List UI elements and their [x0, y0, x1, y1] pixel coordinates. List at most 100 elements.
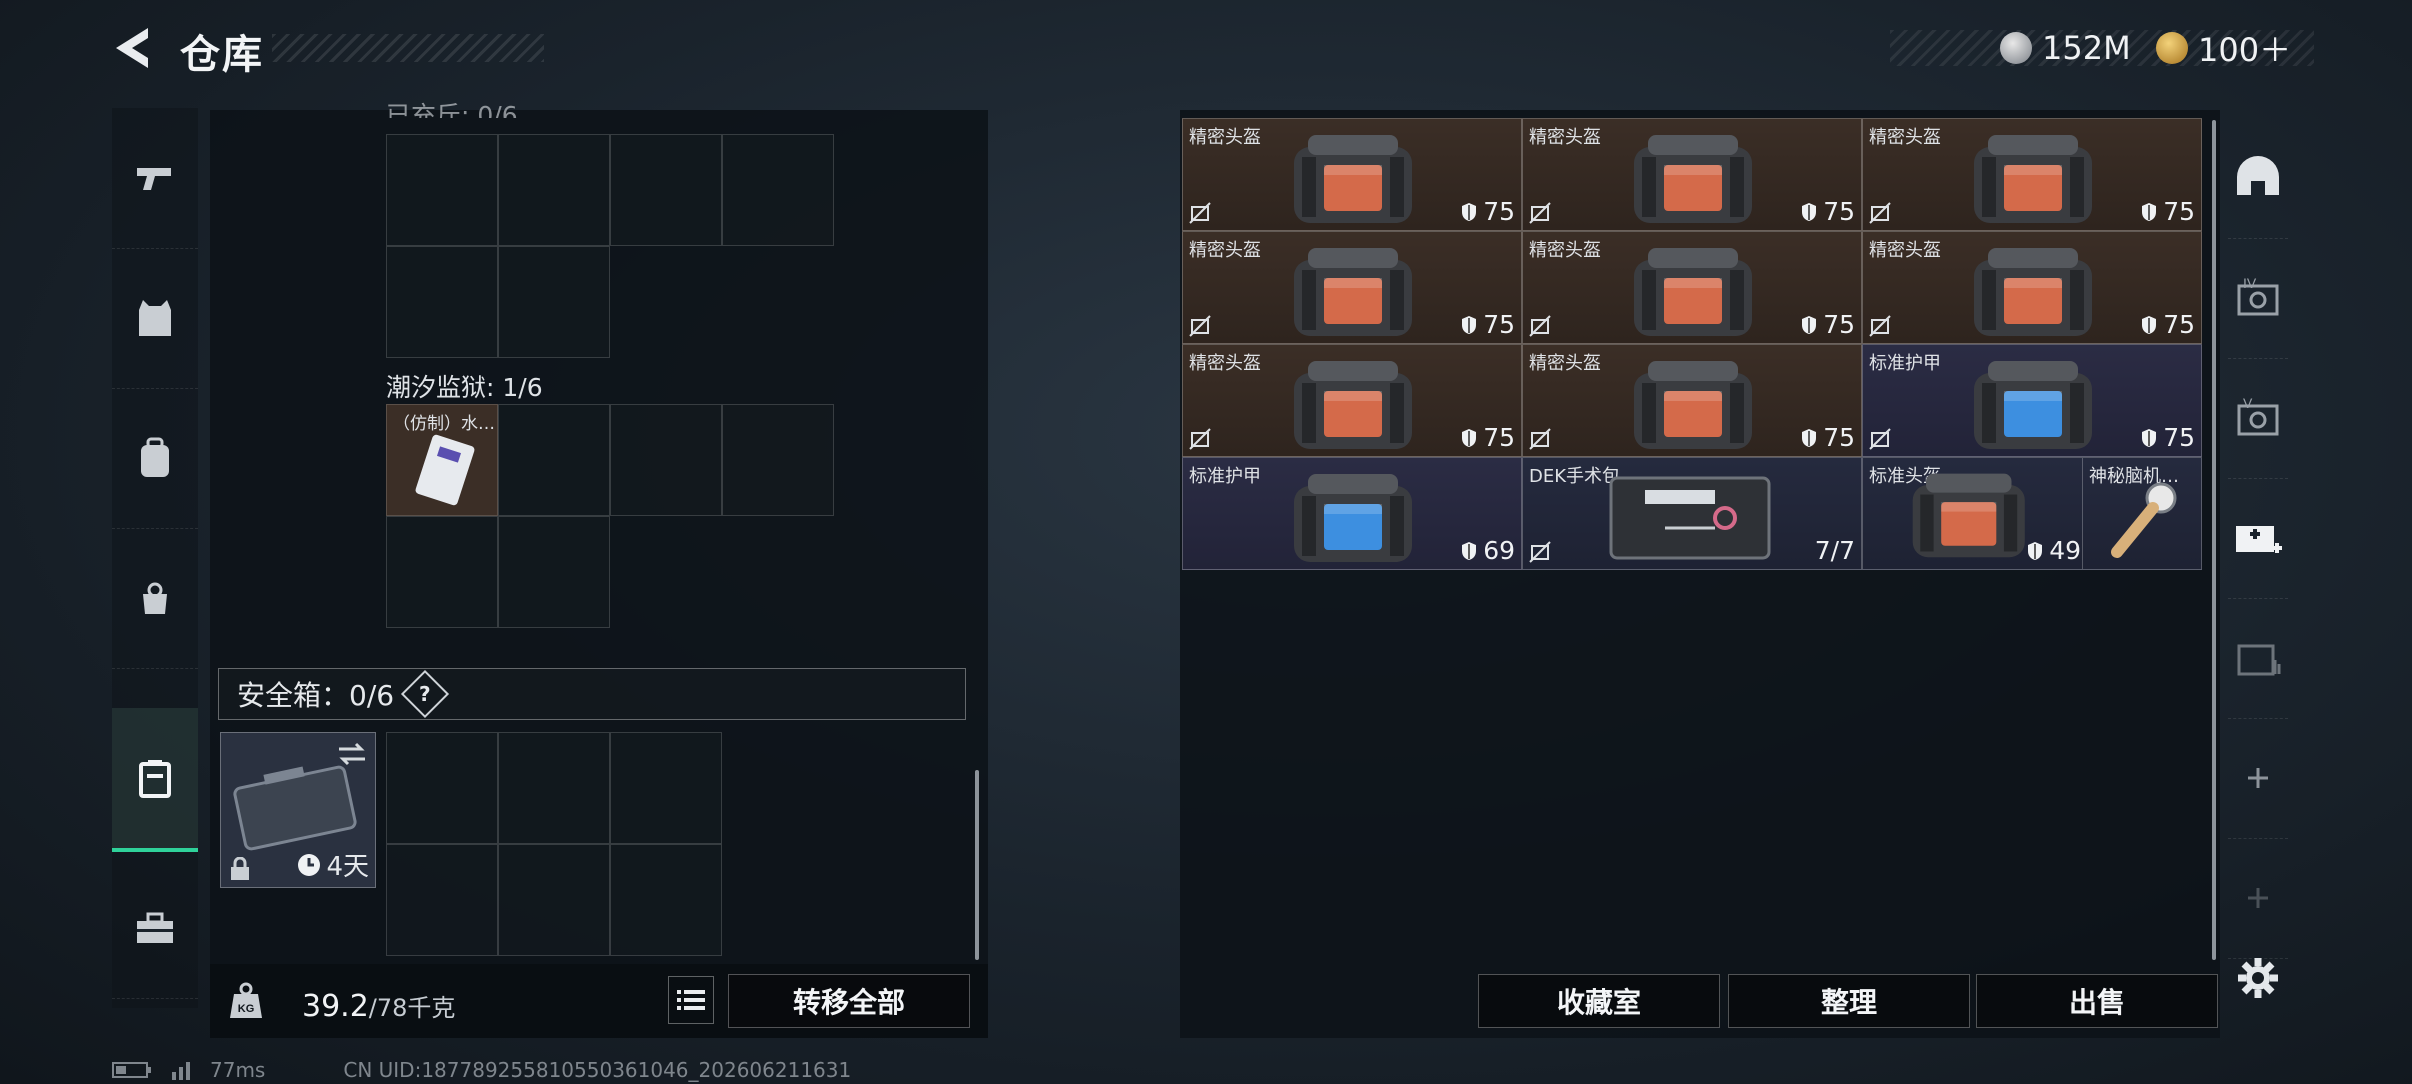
slot[interactable] [498, 732, 610, 844]
toolbox-icon [137, 912, 173, 943]
stash-item[interactable]: 精密头盔 75 [1522, 344, 1862, 457]
stash-item[interactable]: 精密头盔 75 [1522, 118, 1862, 231]
durability-shield-icon [1462, 315, 1477, 334]
stash-item[interactable]: 精密头盔 75 [1182, 118, 1522, 231]
rail-case[interactable] [112, 708, 198, 852]
stash-item[interactable]: 精密头盔 75 [1182, 344, 1522, 457]
currency-gold[interactable]: 100＋ [2156, 26, 2291, 70]
slot[interactable] [386, 516, 498, 628]
rail-toolbox[interactable] [112, 858, 198, 999]
stash-item[interactable]: 神秘脑机… [2082, 457, 2202, 570]
stash-filter-rail: IV V [2228, 118, 2288, 959]
no-insurance-icon [1869, 428, 1891, 450]
rail-weapon[interactable] [112, 108, 198, 249]
back-button[interactable] [108, 22, 158, 74]
filter-storage[interactable] [2228, 598, 2288, 719]
slot[interactable] [498, 516, 610, 628]
help-icon[interactable]: ? [401, 669, 450, 719]
stash-item[interactable]: 标准头盔 49 [1862, 457, 2088, 570]
add-filter-button[interactable] [2228, 718, 2288, 839]
rail-vest[interactable] [112, 248, 198, 389]
ping-text: 77ms [210, 1058, 266, 1082]
filter-medkit[interactable] [2228, 478, 2288, 599]
slot[interactable] [498, 404, 610, 516]
sell-button[interactable]: 出售 [1976, 974, 2218, 1028]
settings-gear-icon[interactable] [2236, 956, 2280, 1000]
collection-room-button[interactable]: 收藏室 [1478, 974, 1720, 1028]
slot[interactable] [610, 134, 722, 246]
swap-icon[interactable] [337, 741, 367, 767]
slot[interactable] [386, 246, 498, 358]
helmet-icon [1294, 248, 1412, 336]
case-icon [139, 760, 171, 798]
slot[interactable] [386, 732, 498, 844]
stash-item[interactable]: 精密头盔 75 [1862, 231, 2202, 344]
category-rail [112, 108, 198, 1008]
item-durability: 75 [2141, 310, 2195, 339]
vest-icon [139, 300, 171, 336]
filter-armor-v[interactable]: V [2228, 358, 2288, 479]
item-durability: 75 [1461, 197, 1515, 226]
add-filter-button-disabled[interactable] [2228, 838, 2288, 959]
weight-icon: KG [230, 982, 262, 1018]
uid-text: CN UID:18778925581055036104​6_2026062116… [343, 1058, 852, 1082]
stash-scrollbar[interactable] [2212, 120, 2216, 960]
list-view-button[interactable] [668, 976, 714, 1024]
item-name: 标准护甲 [1869, 353, 1941, 374]
item-name: 精密头盔 [1529, 353, 1601, 374]
rail-backpack[interactable] [112, 388, 198, 529]
slot[interactable] [386, 844, 498, 956]
add-icon [2248, 768, 2268, 788]
stash-item[interactable]: 精密头盔 75 [1182, 231, 1522, 344]
item-durability: 69 [1461, 536, 1515, 565]
durability-shield-icon [1462, 428, 1477, 447]
item-name: 精密头盔 [1869, 240, 1941, 261]
durability-shield-icon [1802, 315, 1817, 334]
stash-item[interactable]: 精密头盔 75 [1862, 118, 2202, 231]
durability-shield-icon [1802, 202, 1817, 221]
loadout-scrollbar[interactable] [975, 770, 979, 960]
helmet-icon [1634, 248, 1752, 336]
slot[interactable] [610, 732, 722, 844]
currency-silver: 152M [2000, 26, 2131, 70]
item-name: 精密头盔 [1189, 240, 1261, 261]
slot[interactable] [722, 404, 834, 516]
document-icon [415, 434, 475, 506]
slot[interactable] [498, 134, 610, 246]
transfer-all-button[interactable]: 转移全部 [728, 974, 970, 1028]
slot[interactable] [498, 246, 610, 358]
durability-shield-icon [2028, 541, 2043, 560]
slot[interactable] [722, 134, 834, 246]
surgery-kit-icon [1609, 476, 1771, 560]
stash-item[interactable]: DEK手术包 7/7 [1522, 457, 1862, 570]
item-durability: 75 [1801, 423, 1855, 452]
filter-helmet[interactable] [2228, 118, 2288, 239]
weight-value: 39.2 [302, 989, 369, 1024]
slot[interactable] [610, 404, 722, 516]
slot[interactable] [498, 844, 610, 956]
item-durability: 75 [1461, 310, 1515, 339]
stash-item[interactable]: 标准护甲 75 [1862, 344, 2202, 457]
no-insurance-icon [1529, 315, 1551, 337]
durability-shield-icon [1802, 428, 1817, 447]
helmet-icon [1912, 473, 2025, 558]
no-insurance-icon [1869, 202, 1891, 224]
durability-shield-icon [2142, 202, 2157, 221]
safe-box-case[interactable]: 4天 [220, 732, 376, 888]
prison-item-slot[interactable]: （仿制）水… [386, 404, 498, 516]
no-insurance-icon [1529, 202, 1551, 224]
helmet-icon [2237, 156, 2279, 195]
item-durability: 75 [1801, 197, 1855, 226]
storage-icon [2237, 644, 2281, 676]
currency-value: 100＋ [2198, 31, 2292, 69]
organize-button[interactable]: 整理 [1728, 974, 1970, 1028]
no-insurance-icon [1189, 315, 1211, 337]
slot[interactable] [386, 134, 498, 246]
filter-armor-iv[interactable]: IV [2228, 238, 2288, 359]
clock-icon [298, 853, 321, 876]
stash-item[interactable]: 精密头盔 75 [1522, 231, 1862, 344]
rail-bag[interactable] [112, 528, 198, 669]
slot[interactable] [610, 844, 722, 956]
durability-shield-icon [1462, 202, 1477, 221]
stash-item[interactable]: 标准护甲 69 [1182, 457, 1522, 570]
